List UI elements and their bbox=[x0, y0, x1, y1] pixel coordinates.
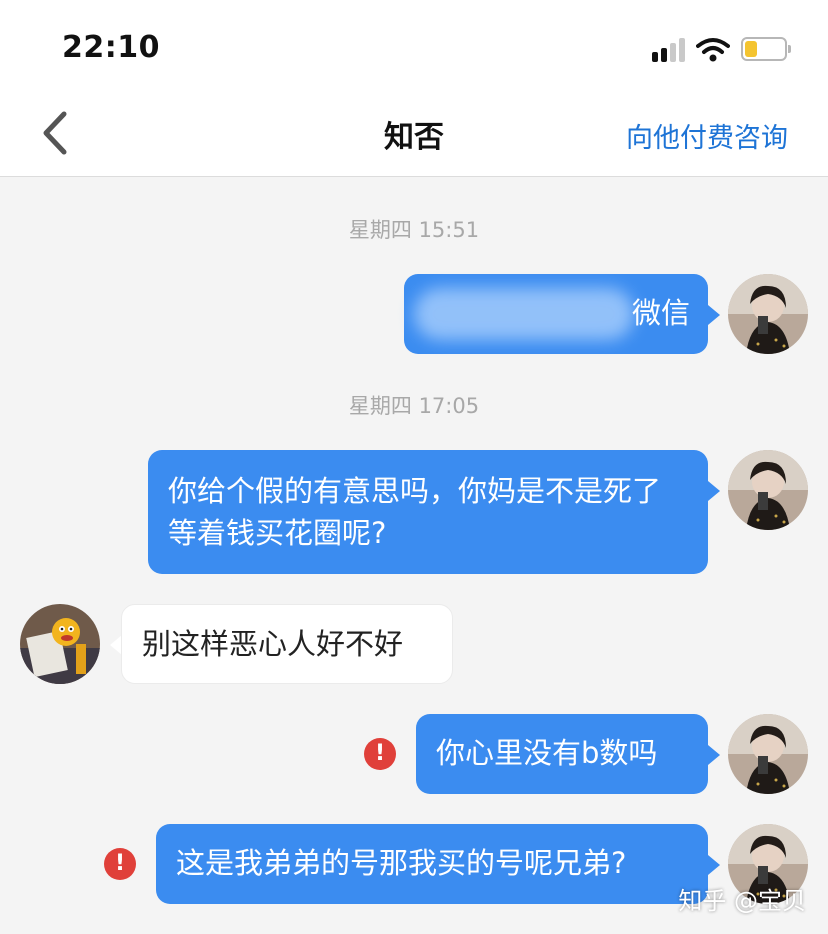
timestamp: 星期四 15:51 bbox=[348, 218, 480, 242]
send-failed-icon[interactable]: ! bbox=[364, 738, 396, 770]
message-bubble-in[interactable]: 别这样恶心人好不好 bbox=[121, 604, 453, 684]
wifi-icon bbox=[696, 38, 730, 62]
avatar-other[interactable] bbox=[20, 604, 100, 684]
watermark: 知乎 @宝贝 bbox=[678, 887, 806, 915]
timestamp: 星期四 17:05 bbox=[348, 394, 480, 418]
message-text: 这是我弟弟的号那我买的号呢兄弟? bbox=[176, 846, 627, 880]
nav-bar: 知否 向他付费咨询 bbox=[0, 94, 828, 177]
cellular-signal-icon bbox=[652, 36, 688, 62]
message-bubble-out[interactable]: 你心里没有b数吗 bbox=[416, 714, 708, 794]
avatar-self-image bbox=[728, 450, 808, 530]
bubble-tail bbox=[708, 305, 720, 325]
avatar-self[interactable] bbox=[728, 450, 808, 530]
bubble-tail bbox=[708, 481, 720, 501]
bubble-tail bbox=[708, 855, 720, 875]
avatar-other-image bbox=[20, 604, 100, 684]
message-text: 别这样恶心人好不好 bbox=[142, 627, 404, 661]
message-bubble-out[interactable]: 你给个假的有意思吗，你妈是不是死了等着钱买花圈呢? bbox=[148, 450, 708, 574]
message-bubble-out[interactable]: 微信 bbox=[404, 274, 708, 354]
avatar-self[interactable] bbox=[728, 714, 808, 794]
send-failed-icon[interactable]: ! bbox=[104, 848, 136, 880]
battery-icon bbox=[741, 37, 791, 61]
status-time: 22:10 bbox=[62, 30, 160, 65]
paid-consult-button[interactable]: 向他付费咨询 bbox=[626, 116, 788, 155]
message-text: 微信 bbox=[631, 296, 690, 330]
chat-area[interactable]: 星期四 15:51 微信 星期四 17:05 你给个假的有意思吗，你妈是不是死了… bbox=[0, 178, 828, 934]
avatar-self-image bbox=[728, 274, 808, 354]
bubble-tail bbox=[708, 745, 720, 765]
status-bar: 22:10 bbox=[0, 0, 828, 94]
message-text: 你给个假的有意思吗，你妈是不是死了等着钱买花圈呢? bbox=[168, 474, 662, 550]
avatar-self[interactable] bbox=[728, 274, 808, 354]
avatar-self-image bbox=[728, 714, 808, 794]
message-text: 你心里没有b数吗 bbox=[436, 736, 658, 770]
message-bubble-out[interactable]: 这是我弟弟的号那我买的号呢兄弟? bbox=[156, 824, 708, 904]
redacted-area bbox=[414, 288, 634, 340]
